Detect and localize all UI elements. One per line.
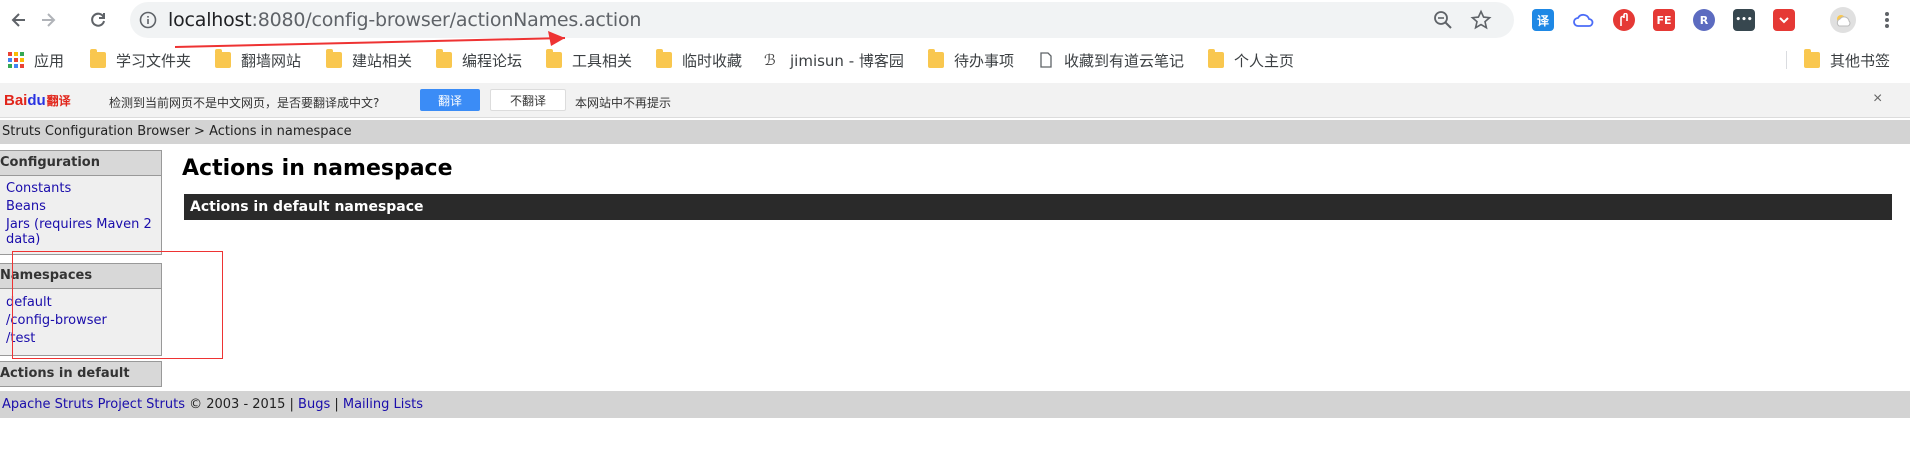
bugs-link[interactable]: Bugs [298, 397, 330, 412]
bookmark-apps[interactable]: 应用 [8, 49, 64, 71]
pocket-ext-icon[interactable] [1773, 9, 1795, 31]
folder-icon [436, 49, 452, 68]
url-path: :8080/config-browser/actionNames.action [251, 9, 642, 31]
dots-ext-icon[interactable]: ••• [1733, 9, 1755, 31]
folder-icon [326, 49, 342, 68]
no-translate-button[interactable]: 不翻译 [490, 89, 566, 111]
sidebar-header-actions: Actions in default [0, 361, 162, 387]
browser-menu-button[interactable] [1873, 6, 1901, 34]
forward-button[interactable] [34, 6, 62, 34]
translate-ext-icon[interactable]: 译 [1532, 9, 1554, 31]
sidebar-header-configuration: Configuration [0, 150, 162, 176]
bookmark-youdao-note[interactable]: 收藏到有道云笔记 [1038, 49, 1184, 71]
r-ext-icon[interactable]: R [1693, 9, 1715, 31]
bookmark-folder-site[interactable]: 建站相关 [326, 49, 412, 71]
folder-icon [928, 49, 944, 68]
bookmark-folder-temp[interactable]: 临时收藏 [656, 49, 742, 71]
bookmark-folder-todo[interactable]: 待办事项 [928, 49, 1014, 71]
namespace-header: Actions in default namespace [184, 194, 1892, 220]
info-icon[interactable] [138, 10, 158, 30]
sidebar-link-jars[interactable]: Jars (requires Maven 2 data) [6, 217, 161, 247]
sidebar: Configuration Constants Beans Jars (requ… [0, 150, 162, 387]
translate-bar: Baidu翻译 检测到当前网页不是中文网页，是否要翻译成中文? 翻译 不翻译 本… [0, 83, 1910, 118]
folder-icon [215, 49, 231, 68]
reload-icon [91, 12, 105, 27]
bookmark-folder-forum[interactable]: 编程论坛 [436, 49, 522, 71]
url-host: localhost [168, 9, 252, 31]
bookmark-folder-tools[interactable]: 工具相关 [546, 49, 632, 71]
configuration-links: Constants Beans Jars (requires Maven 2 d… [0, 176, 162, 255]
profile-avatar[interactable] [1830, 7, 1856, 33]
cloud-ext-icon[interactable] [1572, 9, 1594, 31]
back-button[interactable] [5, 6, 33, 34]
folder-icon [1804, 49, 1820, 68]
bookmark-star-icon[interactable] [1470, 9, 1492, 31]
namespace-link-default[interactable]: default [6, 295, 161, 310]
namespace-link-test[interactable]: /test [6, 331, 161, 346]
namespace-link-config-browser[interactable]: /config-browser [6, 313, 161, 328]
baidu-translate-logo: Baidu翻译 [4, 92, 71, 109]
folder-icon [546, 49, 562, 68]
translate-button[interactable]: 翻译 [420, 89, 480, 111]
bookmark-folder-proxy[interactable]: 翻墙网站 [215, 49, 301, 71]
browser-toolbar: localhost:8080/config-browser/actionName… [0, 0, 1910, 41]
breadcrumb: Struts Configuration Browser > Actions i… [0, 120, 1910, 144]
page-title: Actions in namespace [182, 156, 453, 181]
footer-separator: | [330, 397, 343, 412]
sidebar-link-constants[interactable]: Constants [6, 181, 161, 196]
namespace-links: default /config-browser /test [0, 289, 162, 356]
mailing-lists-link[interactable]: Mailing Lists [343, 397, 423, 412]
page-icon [1040, 52, 1052, 68]
reload-button[interactable] [84, 6, 112, 34]
folder-icon [656, 49, 672, 68]
address-bar[interactable]: localhost:8080/config-browser/actionName… [130, 2, 1514, 38]
sidebar-header-namespaces: Namespaces [0, 263, 162, 289]
folder-icon [1208, 49, 1224, 68]
back-arrow-icon [11, 13, 25, 27]
never-prompt-link[interactable]: 本网站中不再提示 [575, 94, 671, 111]
bookmarks-divider [1786, 51, 1787, 69]
forward-arrow-icon [42, 13, 56, 27]
blog-logo-icon: ℬ [764, 51, 776, 69]
bookmark-other[interactable]: 其他书签 [1804, 49, 1890, 71]
struts-project-link[interactable]: Apache Struts Project Struts [2, 397, 185, 412]
url-text: localhost:8080/config-browser/actionName… [168, 9, 641, 31]
page-footer: Apache Struts Project Struts © 2003 - 20… [0, 391, 1910, 418]
close-icon[interactable]: × [1873, 90, 1882, 108]
bookmarks-bar: 应用 学习文件夹 翻墙网站 建站相关 编程论坛 工具相关 临时收藏 ℬjimis… [0, 41, 1910, 77]
sidebar-link-beans[interactable]: Beans [6, 199, 161, 214]
apps-grid-icon [8, 52, 24, 68]
shield-ext-icon[interactable] [1613, 9, 1635, 31]
footer-copyright: © 2003 - 2015 | [184, 397, 299, 412]
translate-message: 检测到当前网页不是中文网页，是否要翻译成中文? [109, 96, 380, 110]
bookmark-jimisun-blog[interactable]: ℬjimisun - 博客园 [764, 49, 904, 71]
zoom-icon[interactable] [1433, 10, 1453, 30]
bookmark-folder-home[interactable]: 个人主页 [1208, 49, 1294, 71]
fe-ext-icon[interactable]: FE [1653, 9, 1675, 31]
bookmark-folder-study[interactable]: 学习文件夹 [90, 49, 191, 71]
vertical-dots-icon [1885, 12, 1889, 28]
folder-icon [90, 49, 106, 68]
